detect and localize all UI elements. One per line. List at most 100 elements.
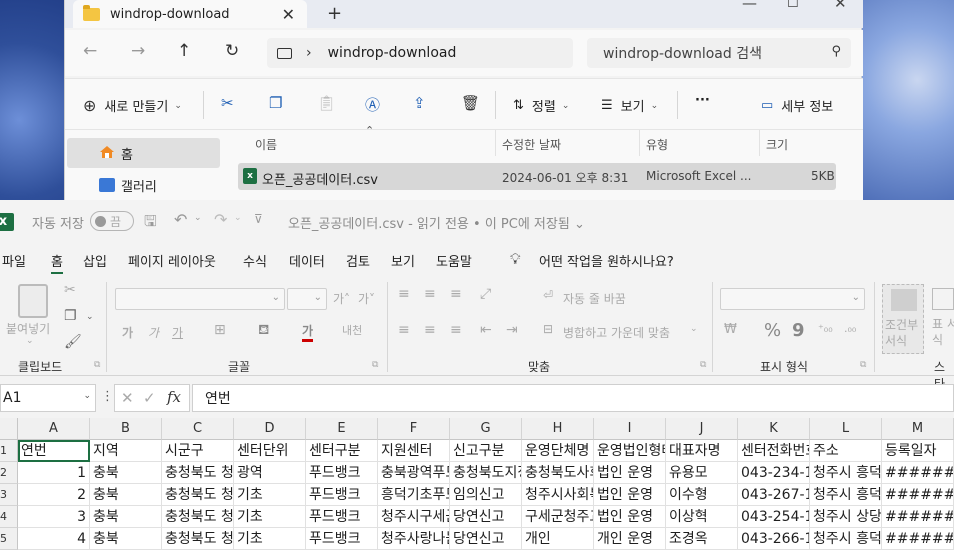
- close-tab-icon[interactable]: ✕: [282, 5, 295, 24]
- currency-icon[interactable]: ₩: [724, 322, 737, 337]
- autosave-toggle[interactable]: 끔: [90, 211, 134, 231]
- redo-icon[interactable]: ↷: [214, 210, 227, 229]
- search-input[interactable]: windrop-download 검색 ⚲: [587, 38, 851, 68]
- cell[interactable]: 법인 운영: [594, 484, 666, 506]
- cell[interactable]: 2: [18, 484, 90, 506]
- cell[interactable]: 이상혁: [666, 506, 738, 528]
- column-header-c[interactable]: C: [162, 418, 234, 440]
- chevron-down-icon[interactable]: ⌄: [83, 391, 91, 401]
- cell[interactable]: 법인 운영: [594, 462, 666, 484]
- align-top-icon[interactable]: ≡: [398, 286, 410, 302]
- cell[interactable]: 충청북도 청주시: [162, 506, 234, 528]
- cell[interactable]: 개인: [522, 528, 594, 550]
- cell[interactable]: 1: [18, 462, 90, 484]
- cut-icon[interactable]: ✂: [221, 94, 234, 112]
- save-icon[interactable]: 🖫︎: [144, 211, 157, 236]
- formula-input[interactable]: 연번: [192, 384, 954, 412]
- font-size-select[interactable]: ⌄: [287, 288, 327, 310]
- new-button[interactable]: ⊕ 새로 만들기 ⌄: [83, 96, 182, 115]
- cell[interactable]: 조경옥: [666, 528, 738, 550]
- decrease-indent-icon[interactable]: ⇤: [480, 322, 492, 338]
- cell[interactable]: 푸드뱅크: [306, 462, 378, 484]
- cell[interactable]: 흥덕기초푸드뱅크: [378, 484, 450, 506]
- delete-icon[interactable]: 🗑︎: [461, 94, 480, 112]
- cell[interactable]: 센터단위: [234, 440, 306, 462]
- increase-decimal-icon[interactable]: ⁺₀₀: [818, 322, 833, 335]
- merge-center-button[interactable]: 병합하고 가운데 맞춤: [563, 324, 670, 341]
- cell[interactable]: 충청북도지정: [450, 462, 522, 484]
- chevron-down-icon[interactable]: ⌄: [86, 312, 94, 322]
- cell[interactable]: 연번: [18, 440, 90, 462]
- cell[interactable]: 청주시구세군푸드뱅크: [378, 506, 450, 528]
- cell[interactable]: 043-267-1377: [738, 484, 810, 506]
- nav-item-home[interactable]: 홈: [67, 138, 220, 168]
- cut-icon[interactable]: ✂: [64, 282, 76, 298]
- column-header-h[interactable]: H: [522, 418, 594, 440]
- cell[interactable]: 개인 운영: [594, 528, 666, 550]
- cell[interactable]: 푸드뱅크: [306, 528, 378, 550]
- window-close-icon[interactable]: ✕: [834, 0, 847, 12]
- cell[interactable]: 청주시 상당구: [810, 506, 882, 528]
- cell[interactable]: 임의신고: [450, 484, 522, 506]
- tell-me-input[interactable]: 어떤 작업을 원하시나요?: [539, 251, 674, 270]
- tab-review[interactable]: 검토: [346, 251, 370, 270]
- column-header-f[interactable]: F: [378, 418, 450, 440]
- cell[interactable]: 유용모: [666, 462, 738, 484]
- underline-icon[interactable]: 가: [172, 324, 183, 341]
- maximize-icon[interactable]: ☐: [787, 0, 799, 11]
- chevron-down-icon[interactable]: ⌄: [26, 336, 34, 346]
- merge-icon[interactable]: ⊟: [543, 322, 553, 336]
- dialog-launcher-icon[interactable]: ⧉: [372, 360, 378, 370]
- cell[interactable]: 충북: [90, 506, 162, 528]
- cell[interactable]: 충청북도 청주시: [162, 484, 234, 506]
- wrap-text-icon[interactable]: ⏎: [543, 288, 553, 302]
- address-bar[interactable]: › windrop-download: [267, 38, 573, 68]
- row-header[interactable]: 1: [0, 440, 18, 462]
- cell[interactable]: 청주시 흥덕구: [810, 528, 882, 550]
- cell[interactable]: 법인 운영: [594, 506, 666, 528]
- column-header-type[interactable]: 유형: [646, 136, 668, 153]
- column-header-e[interactable]: E: [306, 418, 378, 440]
- dialog-launcher-icon[interactable]: ⧉: [94, 360, 100, 370]
- tab-view[interactable]: 보기: [391, 251, 415, 270]
- cell[interactable]: 센터구분: [306, 440, 378, 462]
- orientation-icon[interactable]: ⤢: [480, 286, 491, 302]
- chevron-down-icon[interactable]: ⌄: [690, 324, 698, 334]
- cell[interactable]: 충청북도사회복지협의회: [522, 462, 594, 484]
- cell[interactable]: 충청북도 청주시: [162, 462, 234, 484]
- tab-formulas[interactable]: 수식: [243, 251, 267, 270]
- cell[interactable]: 청주시 흥덕구: [810, 462, 882, 484]
- tab-home[interactable]: 홈: [51, 251, 63, 274]
- format-painter-icon[interactable]: 🖌︎: [64, 334, 82, 350]
- cell[interactable]: 주소: [810, 440, 882, 462]
- cancel-icon[interactable]: ✕: [121, 389, 134, 407]
- cell[interactable]: 기초: [234, 484, 306, 506]
- view-button[interactable]: ☰ 보기 ⌄: [601, 96, 658, 115]
- cell[interactable]: 043-234-1377: [738, 462, 810, 484]
- cell[interactable]: 푸드뱅크: [306, 506, 378, 528]
- column-header-l[interactable]: L: [810, 418, 882, 440]
- align-bottom-icon[interactable]: ≡: [450, 286, 462, 302]
- undo-icon[interactable]: ↶: [174, 210, 187, 229]
- cell[interactable]: 기초: [234, 506, 306, 528]
- cell[interactable]: 충북: [90, 484, 162, 506]
- cell[interactable]: 3: [18, 506, 90, 528]
- align-middle-icon[interactable]: ≡: [424, 286, 436, 302]
- column-header-g[interactable]: G: [450, 418, 522, 440]
- cell[interactable]: 이수형: [666, 484, 738, 506]
- cell[interactable]: 광역: [234, 462, 306, 484]
- paste-icon[interactable]: [18, 284, 48, 318]
- tab-page-layout[interactable]: 페이지 레이아웃: [128, 251, 216, 270]
- cell[interactable]: 대표자명: [666, 440, 738, 462]
- paste-icon[interactable]: 📋︎: [317, 94, 336, 112]
- column-header-b[interactable]: B: [90, 418, 162, 440]
- format-as-table-button[interactable]: 표 서식: [930, 284, 954, 354]
- chevron-down-icon[interactable]: ⌄: [194, 213, 202, 223]
- row-header[interactable]: 5: [0, 528, 18, 550]
- comma-icon[interactable]: 9: [792, 320, 805, 341]
- insert-function-icon[interactable]: fx: [167, 388, 181, 406]
- increase-indent-icon[interactable]: ⇥: [506, 322, 518, 338]
- customize-toolbar-icon[interactable]: ⊽: [254, 212, 263, 226]
- nav-item-gallery[interactable]: 갤러리: [67, 170, 220, 200]
- cell[interactable]: 당연신고: [450, 506, 522, 528]
